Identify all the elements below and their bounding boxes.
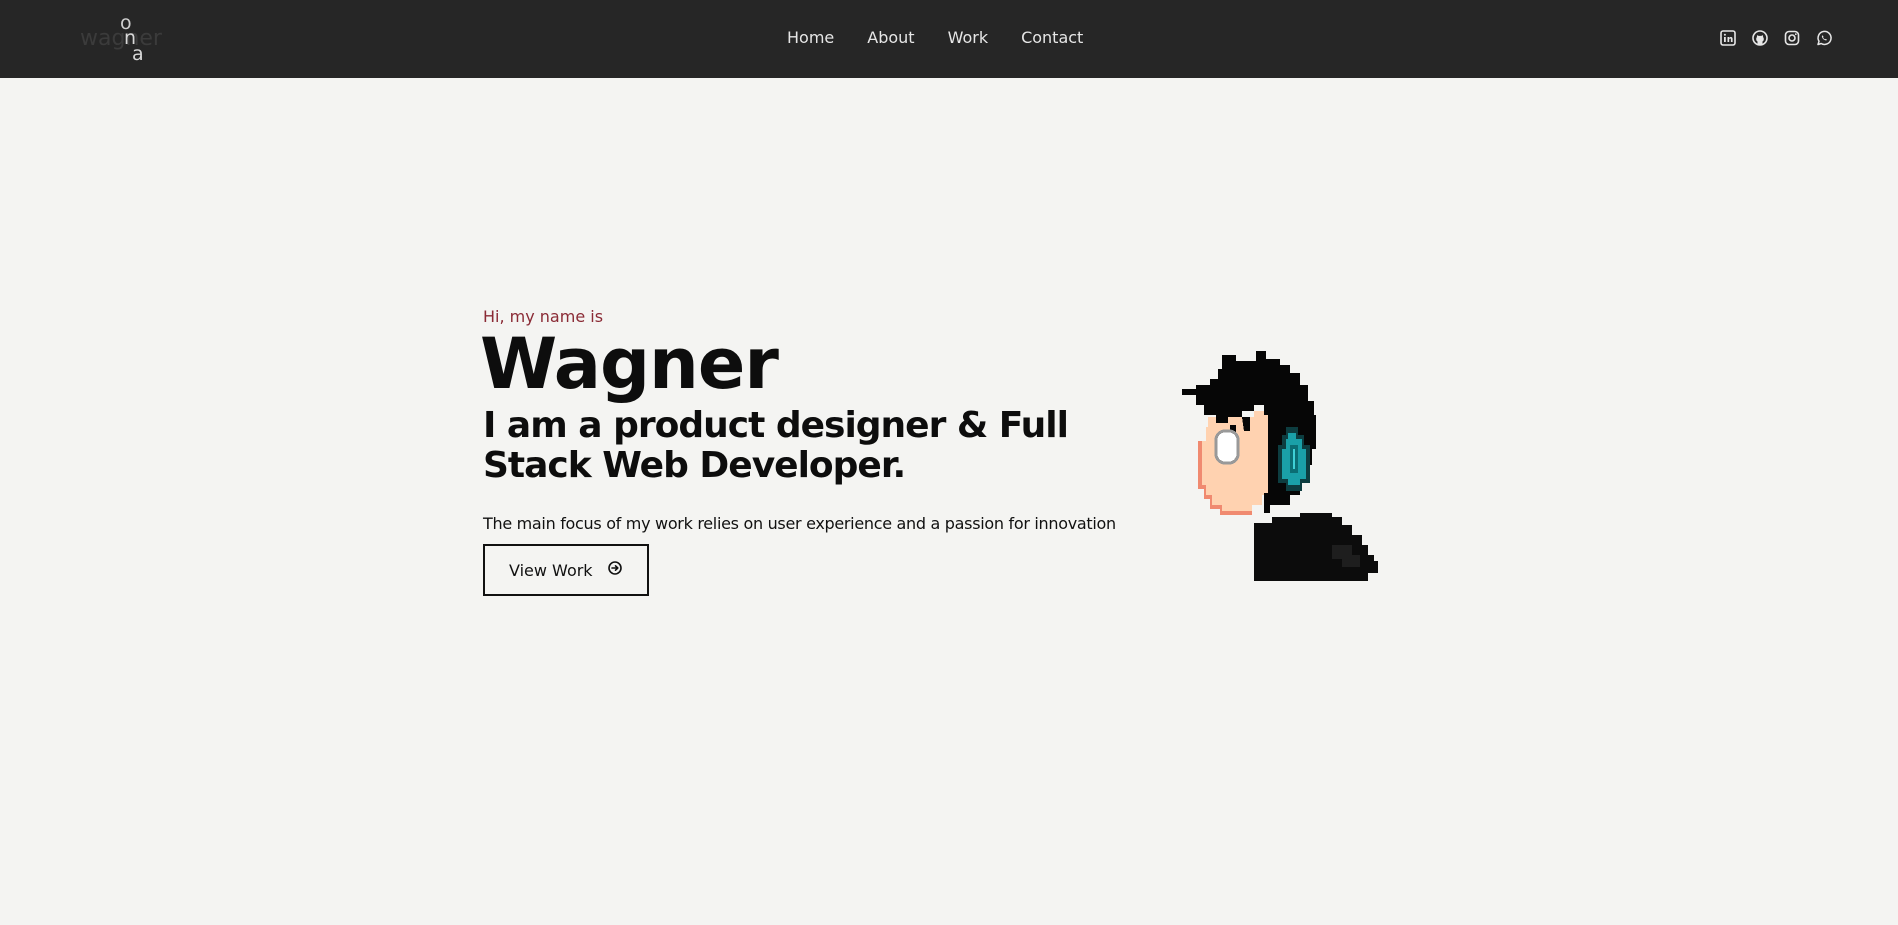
whatsapp-icon[interactable] <box>1815 29 1833 47</box>
logo[interactable]: wagner o n a <box>80 12 162 65</box>
github-icon[interactable] <box>1751 29 1769 47</box>
nav-link-contact[interactable]: Contact <box>1021 27 1083 49</box>
view-work-button[interactable]: View Work <box>483 544 649 596</box>
linkedin-icon[interactable] <box>1719 29 1737 47</box>
logo-letter-a: a <box>132 43 144 65</box>
hero-name: Wagner <box>480 323 779 405</box>
arrow-right-circle-icon <box>607 560 623 580</box>
nav-link-about[interactable]: About <box>867 27 914 49</box>
nav-link-home[interactable]: Home <box>787 27 834 49</box>
social-links <box>1719 29 1833 47</box>
navbar: wagner o n a Home About Work Contact <box>0 0 1898 78</box>
main-nav: Home About Work Contact <box>787 27 1083 49</box>
hero-headline: I am a product designer & Full Stack Web… <box>483 405 1069 486</box>
instagram-icon[interactable] <box>1783 29 1801 47</box>
view-work-label: View Work <box>509 560 593 580</box>
hero-description: The main focus of my work relies on user… <box>483 514 1116 533</box>
hero-section: Hi, my name is Wagner I am a product des… <box>480 300 1163 596</box>
nav-link-work[interactable]: Work <box>948 27 989 49</box>
pixel-art-avatar <box>1182 345 1402 589</box>
